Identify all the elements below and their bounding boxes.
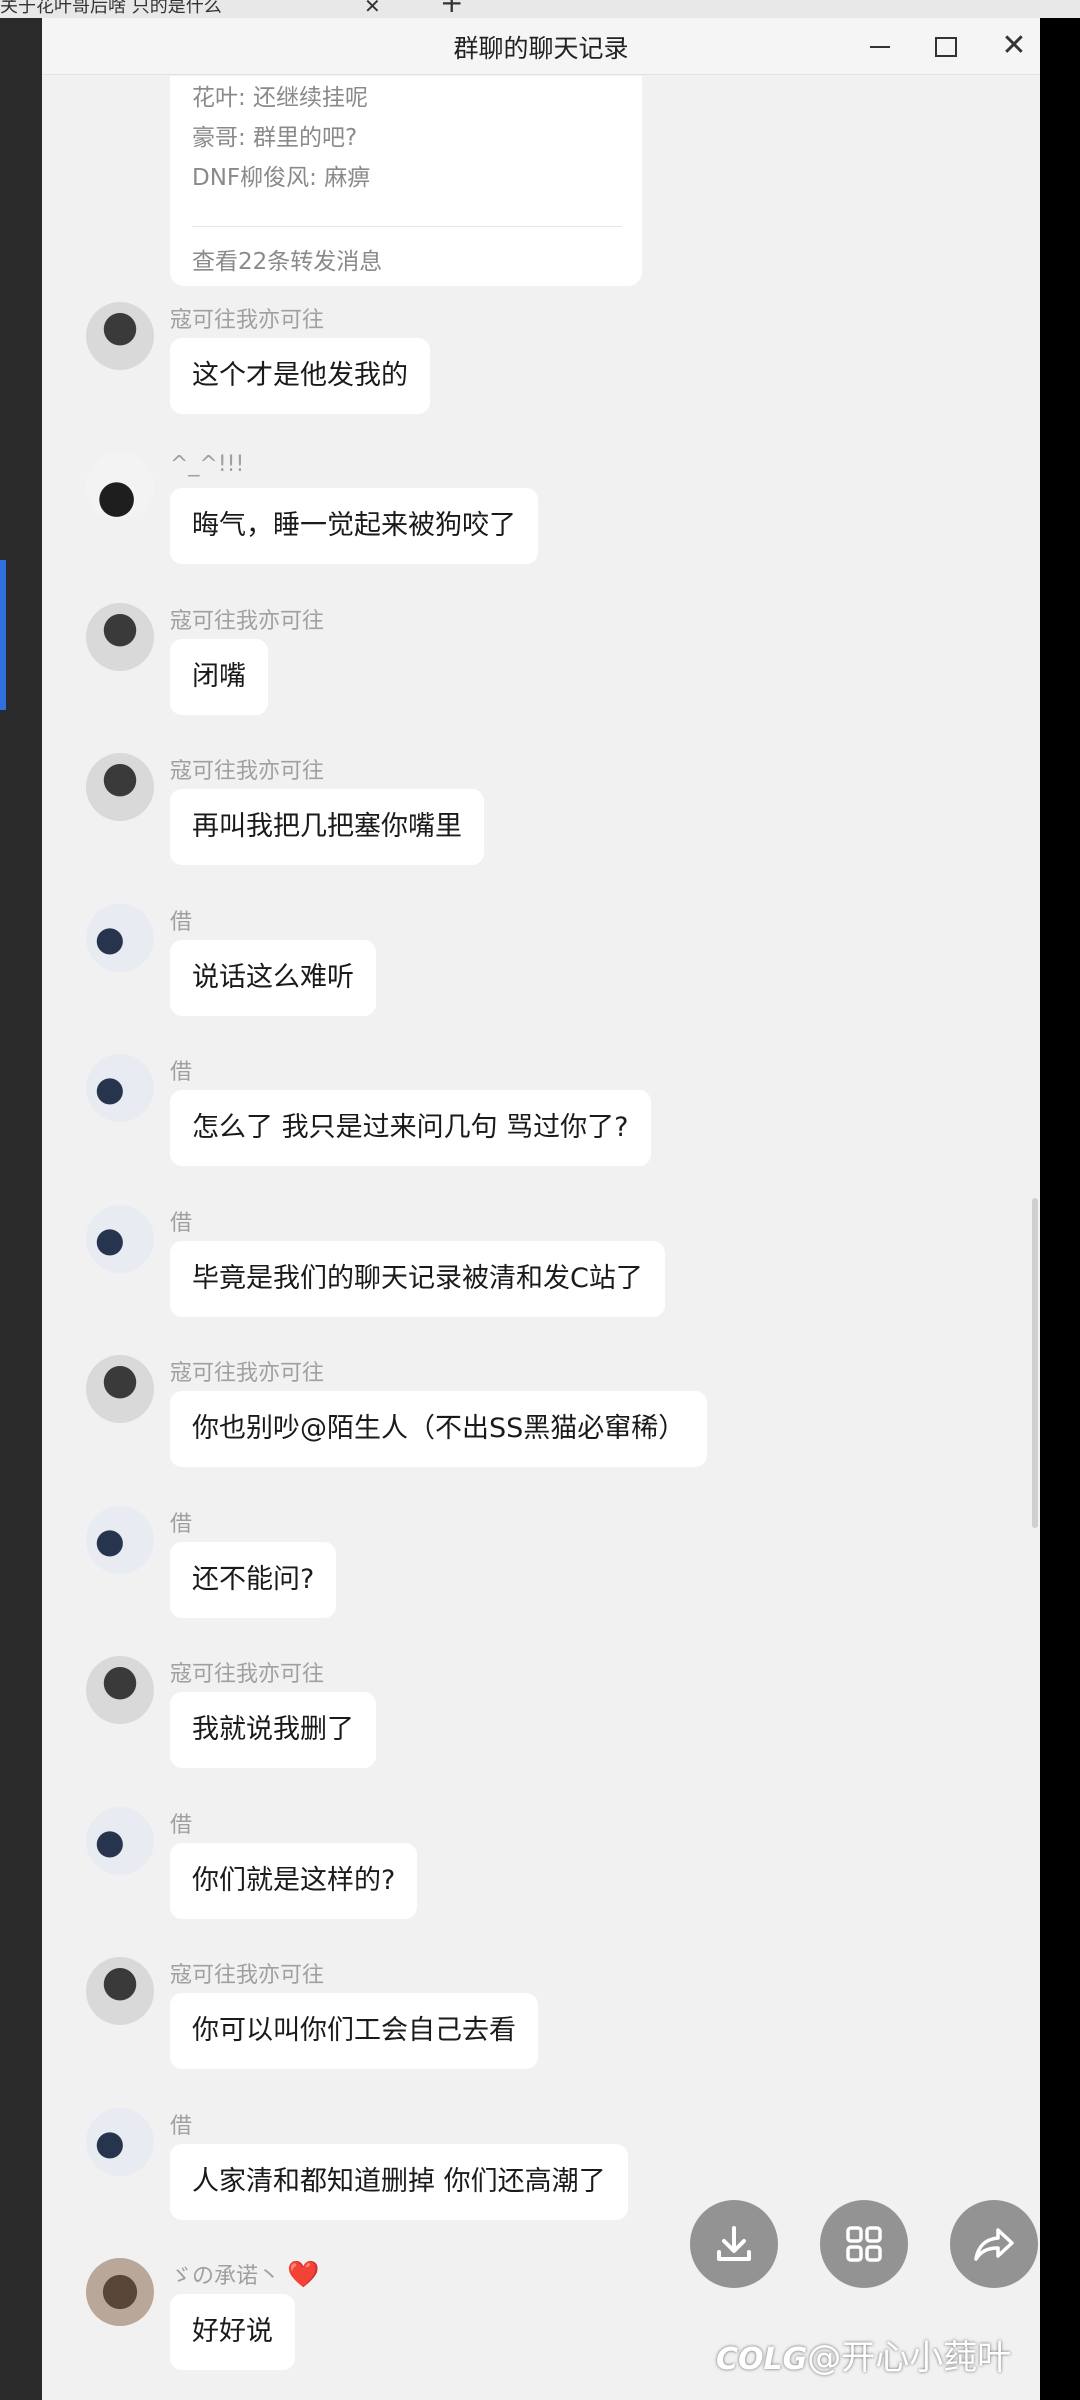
message-bubble[interactable]: 毕竟是我们的聊天记录被清和发C站了 bbox=[170, 1241, 665, 1317]
background-tab-title: 关于花叶哥后啥 只的是什么 bbox=[0, 0, 222, 17]
message-bubble[interactable]: 怎么了 我只是过来问几句 骂过你了? bbox=[170, 1090, 651, 1166]
maximize-button[interactable] bbox=[926, 28, 966, 64]
message-bubble[interactable]: 说话这么难听 bbox=[170, 940, 376, 1016]
message-bubble[interactable]: 再叫我把几把塞你嘴里 bbox=[170, 789, 484, 865]
sender-name: 借 bbox=[170, 2114, 193, 2139]
message-bubble[interactable]: 还不能问? bbox=[170, 1542, 337, 1618]
avatar[interactable] bbox=[86, 1355, 154, 1423]
avatar[interactable] bbox=[86, 904, 154, 972]
sender-name: 借 bbox=[170, 1060, 193, 1085]
background-window-strip bbox=[0, 0, 42, 2400]
message-row: 借 说话这么难听 bbox=[42, 904, 1040, 1054]
message-bubble[interactable]: 你们就是这样的? bbox=[170, 1843, 418, 1919]
avatar[interactable] bbox=[86, 1506, 154, 1574]
window-titlebar: 群聊的聊天记录 ✕ bbox=[42, 18, 1040, 75]
share-button[interactable] bbox=[950, 2200, 1038, 2288]
maximize-icon bbox=[935, 36, 957, 57]
avatar[interactable] bbox=[86, 2108, 154, 2176]
message-bubble[interactable]: 好好说 bbox=[170, 2294, 295, 2370]
heart-icon: ❤️ bbox=[287, 2260, 320, 2290]
forwarded-line: 花叶: 还继续挂呢 bbox=[192, 85, 369, 111]
message-row: 寇可往我亦可往 你也别吵@陌生人（不出SS黑猫必窜稀） bbox=[42, 1355, 1040, 1505]
avatar[interactable] bbox=[86, 1656, 154, 1724]
message-row: 借 你们就是这样的? bbox=[42, 1807, 1040, 1957]
colg-logo: COLG bbox=[716, 2342, 808, 2377]
new-tab-icon[interactable]: + bbox=[440, 0, 463, 17]
sender-name-text: ゞの承诺丶 bbox=[170, 2264, 281, 2289]
message-row: 寇可往我亦可往 你可以叫你们工会自己去看 bbox=[42, 1957, 1040, 2107]
sender-name: 寇可往我亦可往 bbox=[170, 759, 325, 784]
background-tab-close-icon[interactable]: ✕ bbox=[364, 0, 381, 16]
background-browser-tab[interactable]: 关于花叶哥后啥 只的是什么 ✕ + bbox=[0, 0, 1080, 18]
forwarded-divider bbox=[192, 226, 622, 227]
avatar[interactable] bbox=[86, 302, 154, 370]
message-row: 借 怎么了 我只是过来问几句 骂过你了? bbox=[42, 1054, 1040, 1204]
message-bubble[interactable]: 晦气，睡一觉起来被狗咬了 bbox=[170, 488, 538, 564]
close-button[interactable]: ✕ bbox=[994, 28, 1034, 64]
grid-button[interactable] bbox=[820, 2200, 908, 2288]
watermark: COLG@开心小莼叶 bbox=[716, 2330, 1011, 2379]
watermark-text: @开心小莼叶 bbox=[807, 2338, 1012, 2378]
sender-name: 借 bbox=[170, 910, 193, 935]
sender-name: 寇可往我亦可往 bbox=[170, 609, 325, 634]
message-row: 借 还不能问? bbox=[42, 1506, 1040, 1656]
message-bubble[interactable]: 这个才是他发我的 bbox=[170, 338, 430, 414]
message-bubble[interactable]: 闭嘴 bbox=[170, 639, 268, 715]
close-icon: ✕ bbox=[1001, 28, 1027, 63]
message-bubble[interactable]: 人家清和都知道删掉 你们还高潮了 bbox=[170, 2144, 628, 2220]
message-row: 寇可往我亦可往 闭嘴 bbox=[42, 603, 1040, 753]
avatar[interactable] bbox=[86, 603, 154, 671]
sender-name: 寇可往我亦可往 bbox=[170, 1361, 325, 1386]
view-forwarded-link[interactable]: 查看22条转发消息 bbox=[192, 242, 382, 276]
message-bubble[interactable]: 我就说我删了 bbox=[170, 1692, 376, 1768]
avatar[interactable] bbox=[86, 1807, 154, 1875]
message-bubble[interactable]: 你可以叫你们工会自己去看 bbox=[170, 1993, 538, 2069]
avatar[interactable] bbox=[86, 1957, 154, 2025]
grid-icon bbox=[846, 2226, 882, 2262]
download-button[interactable] bbox=[690, 2200, 778, 2288]
download-icon bbox=[717, 2226, 751, 2261]
sender-name: 借 bbox=[170, 1211, 193, 1236]
sender-name: 寇可往我亦可往 bbox=[170, 1662, 325, 1687]
minimize-icon bbox=[870, 45, 890, 48]
forwarded-messages-card[interactable]: 花叶: 还继续挂呢 豪哥: 群里的吧? DNF柳俊风: 麻痹 查看22条转发消息 bbox=[170, 76, 642, 286]
forwarded-line: DNF柳俊风: 麻痹 bbox=[192, 165, 371, 191]
avatar[interactable] bbox=[86, 1054, 154, 1122]
minimize-button[interactable] bbox=[860, 28, 900, 64]
message-bubble[interactable]: 你也别吵@陌生人（不出SS黑猫必窜稀） bbox=[170, 1391, 708, 1467]
share-icon bbox=[974, 2228, 1014, 2261]
sender-name: 寇可往我亦可往 bbox=[170, 1963, 325, 1988]
sender-name: ゞの承诺丶 ❤️ bbox=[170, 2258, 319, 2290]
message-row: 借 毕竟是我们的聊天记录被清和发C站了 bbox=[42, 1205, 1040, 1355]
sender-name: ^_^!!! bbox=[170, 452, 245, 477]
forwarded-line: 豪哥: 群里的吧? bbox=[192, 125, 358, 151]
sender-name: 借 bbox=[170, 1813, 193, 1838]
message-row: ^_^!!! 晦气，睡一觉起来被狗咬了 bbox=[42, 452, 1040, 602]
message-row: 寇可往我亦可往 再叫我把几把塞你嘴里 bbox=[42, 753, 1040, 903]
sender-name: 借 bbox=[170, 1512, 193, 1537]
scrollbar-thumb[interactable] bbox=[1032, 1198, 1038, 1528]
message-row: 寇可往我亦可往 这个才是他发我的 bbox=[42, 302, 1040, 452]
avatar[interactable] bbox=[86, 452, 154, 520]
avatar[interactable] bbox=[86, 753, 154, 821]
sender-name: 寇可往我亦可往 bbox=[170, 308, 325, 333]
chat-history-window: 群聊的聊天记录 ✕ 花叶: 还继续挂呢 豪哥: 群里的吧? DNF柳俊风: 麻痹… bbox=[42, 18, 1040, 2400]
avatar[interactable] bbox=[86, 1205, 154, 1273]
message-row: 寇可往我亦可往 我就说我删了 bbox=[42, 1656, 1040, 1806]
background-accent bbox=[0, 560, 6, 710]
avatar[interactable] bbox=[86, 2258, 154, 2326]
